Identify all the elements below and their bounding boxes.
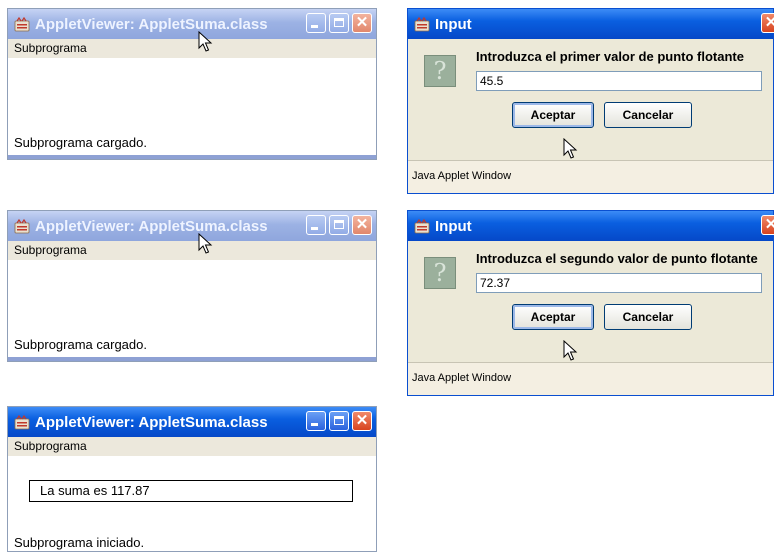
appletviewer-window-3: AppletViewer: AppletSuma.class ✕ Subprog… (7, 406, 377, 552)
dialog-title: Input (435, 217, 472, 235)
status-text: Subprograma iniciado. (14, 535, 145, 550)
window-title: AppletViewer: AppletSuma.class (35, 413, 268, 431)
dialog-prompt: Introduzca el primer valor de punto flot… (476, 49, 744, 64)
minimize-button[interactable] (306, 13, 326, 33)
input-dialog-2: Input ✕ ? Introduzca el segundo valor de… (407, 210, 774, 396)
close-button[interactable]: ✕ (352, 411, 372, 431)
maximize-icon (334, 18, 344, 27)
status-text: Subprograma cargado. (14, 135, 147, 150)
close-icon: ✕ (355, 14, 369, 31)
maximize-icon (334, 220, 344, 229)
java-applet-icon (14, 218, 30, 234)
menu-subprograma[interactable]: Subprograma (8, 39, 376, 58)
aceptar-button[interactable]: Aceptar (512, 304, 594, 330)
close-button[interactable]: ✕ (761, 13, 774, 33)
applet-warning-bar: Java Applet Window (408, 160, 773, 193)
value-input[interactable] (476, 71, 762, 91)
maximize-button[interactable] (329, 215, 349, 235)
input-dialog-1: Input ✕ ? Introduzca el primer valor de … (407, 8, 774, 194)
appletviewer-window-2: AppletViewer: AppletSuma.class ✕ Subprog… (7, 210, 377, 362)
maximize-button[interactable] (329, 13, 349, 33)
window-titlebar[interactable]: AppletViewer: AppletSuma.class ✕ (8, 407, 376, 437)
maximize-button[interactable] (329, 411, 349, 431)
status-text: Subprograma cargado. (14, 337, 147, 352)
java-applet-icon (414, 16, 430, 32)
java-applet-icon (14, 16, 30, 32)
question-icon: ? (424, 257, 456, 289)
minimize-icon (311, 423, 318, 426)
dialog-content: ? Introduzca el segundo valor de punto f… (411, 241, 773, 362)
window-titlebar[interactable]: AppletViewer: AppletSuma.class ✕ (8, 211, 376, 241)
close-icon: ✕ (764, 14, 774, 31)
minimize-button[interactable] (306, 215, 326, 235)
question-icon: ? (424, 55, 456, 87)
cancelar-button[interactable]: Cancelar (604, 304, 692, 330)
cancelar-button[interactable]: Cancelar (604, 102, 692, 128)
dialog-content: ? Introduzca el primer valor de punto fl… (411, 39, 773, 160)
close-button[interactable]: ✕ (352, 13, 372, 33)
dialog-title: Input (435, 15, 472, 33)
close-icon: ✕ (764, 216, 774, 233)
menu-subprograma[interactable]: Subprograma (8, 437, 376, 456)
applet-warning-bar: Java Applet Window (408, 362, 773, 395)
close-button[interactable]: ✕ (761, 215, 774, 235)
value-input[interactable] (476, 273, 762, 293)
aceptar-button[interactable]: Aceptar (512, 102, 594, 128)
minimize-icon (311, 25, 318, 28)
menu-subprograma[interactable]: Subprograma (8, 241, 376, 260)
dialog-titlebar[interactable]: Input ✕ (408, 9, 774, 39)
window-title: AppletViewer: AppletSuma.class (35, 15, 268, 33)
close-button[interactable]: ✕ (352, 215, 372, 235)
close-icon: ✕ (355, 216, 369, 233)
window-bottom-border (8, 155, 376, 159)
window-title: AppletViewer: AppletSuma.class (35, 217, 268, 235)
appletviewer-window-1: AppletViewer: AppletSuma.class ✕ Subprog… (7, 8, 377, 160)
minimize-icon (311, 227, 318, 230)
minimize-button[interactable] (306, 411, 326, 431)
window-titlebar[interactable]: AppletViewer: AppletSuma.class ✕ (8, 9, 376, 39)
dialog-titlebar[interactable]: Input ✕ (408, 211, 774, 241)
java-applet-icon (414, 218, 430, 234)
java-applet-icon (14, 414, 30, 430)
result-label: La suma es 117.87 (29, 480, 353, 502)
maximize-icon (334, 416, 344, 425)
close-icon: ✕ (355, 412, 369, 429)
window-bottom-border (8, 357, 376, 361)
dialog-prompt: Introduzca el segundo valor de punto flo… (476, 251, 758, 266)
